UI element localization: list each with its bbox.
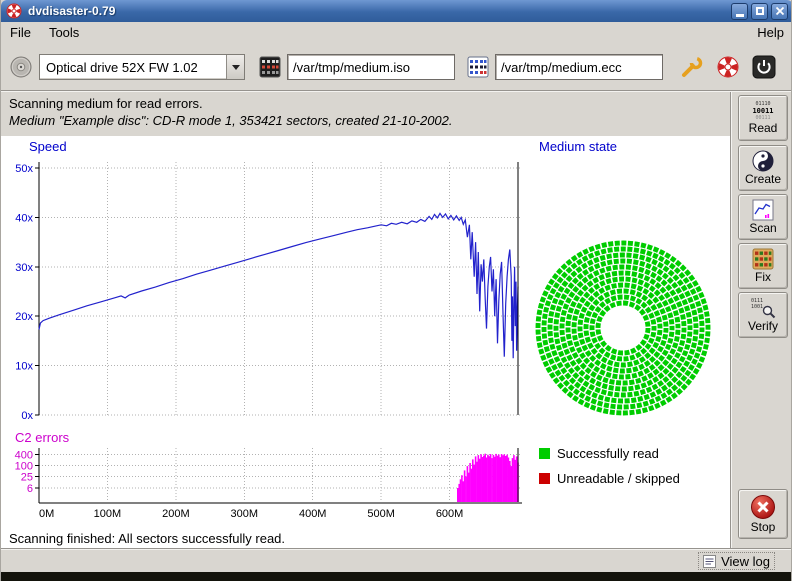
legend-swatch-success	[539, 448, 550, 459]
status-line: Scanning medium for read errors.	[9, 96, 203, 111]
read-button[interactable]: 01110 10011 00111 Read	[738, 95, 788, 141]
scan-visualization: 50x40x30x20x10x0x4001002560M100M200M300M…	[1, 136, 730, 548]
quit-button[interactable]	[751, 54, 777, 80]
svg-text:40x: 40x	[15, 212, 33, 224]
window-title: dvdisaster-0.79	[28, 4, 115, 18]
dropdown-arrow-icon	[226, 55, 244, 79]
stop-button[interactable]: Stop	[738, 489, 788, 539]
svg-text:50x: 50x	[15, 163, 33, 175]
svg-text:100M: 100M	[94, 508, 122, 520]
menu-help[interactable]: Help	[748, 22, 792, 44]
preferences-button[interactable]	[679, 54, 705, 80]
scan-button[interactable]: Scan	[738, 194, 788, 240]
toolbar: Optical drive 52X FW 1.02	[1, 44, 792, 90]
yin-yang-icon	[752, 150, 774, 172]
c2-errors-title: C2 errors	[15, 430, 69, 445]
binary-read-icon: 01110 10011 00111	[752, 102, 773, 121]
medium-state-title: Medium state	[539, 139, 617, 154]
close-button[interactable]	[771, 3, 788, 20]
legend-label-success: Successfully read	[557, 446, 659, 461]
scan-chart-icon	[752, 199, 774, 221]
optical-drive-icon	[9, 55, 33, 79]
lifebuoy-icon	[716, 55, 740, 79]
svg-text:6: 6	[27, 483, 33, 495]
titlebar[interactable]: dvdisaster-0.79	[1, 0, 792, 22]
power-icon	[752, 55, 776, 79]
ecc-path-input[interactable]	[495, 54, 663, 80]
ecc-file-icon	[467, 56, 489, 78]
verify-button-label: Verify	[748, 320, 778, 333]
speed-chart-title: Speed	[29, 139, 67, 154]
read-button-label: Read	[749, 122, 778, 135]
fix-button[interactable]: Fix	[738, 243, 788, 289]
svg-text:0x: 0x	[21, 410, 33, 422]
menu-tools[interactable]: Tools	[40, 22, 88, 44]
svg-text:400M: 400M	[299, 508, 327, 520]
view-log-button[interactable]: View log	[698, 552, 775, 570]
magnifier-icon	[762, 305, 776, 319]
fix-button-label: Fix	[755, 271, 771, 284]
svg-text:500M: 500M	[367, 508, 395, 520]
legend-item-unreadable: Unreadable / skipped	[539, 466, 680, 491]
legend: Successfully read Unreadable / skipped	[539, 441, 680, 491]
help-button[interactable]	[715, 54, 741, 80]
verify-magnifier-icon: 0111 1001	[750, 297, 776, 319]
create-button[interactable]: Create	[738, 145, 788, 191]
minimize-icon	[736, 14, 744, 17]
binary-line: 00111	[755, 115, 770, 121]
legend-label-unreadable: Unreadable / skipped	[557, 471, 680, 486]
close-icon	[775, 6, 785, 16]
iso-path-input[interactable]	[287, 54, 455, 80]
drive-selector[interactable]: Optical drive 52X FW 1.02	[39, 54, 245, 80]
menu-file[interactable]: File	[1, 22, 40, 44]
wrench-icon	[679, 54, 705, 80]
maximize-icon	[756, 7, 764, 15]
svg-text:300M: 300M	[231, 508, 259, 520]
svg-text:600M: 600M	[436, 508, 464, 520]
app-window: dvdisaster-0.79 File Tools Help Optical	[0, 0, 792, 581]
log-icon	[703, 555, 716, 568]
minimize-button[interactable]	[731, 3, 748, 20]
legend-swatch-unreadable	[539, 473, 550, 484]
verify-button[interactable]: 0111 1001 Verify	[738, 292, 788, 338]
svg-text:30x: 30x	[15, 262, 33, 274]
desktop-strip	[1, 572, 792, 581]
svg-text:10x: 10x	[15, 361, 33, 373]
action-sidebar: 01110 10011 00111 Read Create Scan	[730, 92, 792, 548]
iso-file-icon	[259, 56, 281, 78]
app-icon	[6, 3, 22, 19]
stop-button-label: Stop	[751, 521, 776, 534]
medium-info-line: Medium "Example disc": CD-R mode 1, 3534…	[9, 113, 453, 128]
svg-text:25: 25	[21, 472, 33, 484]
statusbar: View log	[1, 548, 792, 572]
svg-text:0M: 0M	[39, 508, 54, 520]
scan-result-text: Scanning finished: All sectors successfu…	[9, 531, 285, 546]
scan-button-label: Scan	[749, 222, 776, 235]
drive-selector-value: Optical drive 52X FW 1.02	[40, 60, 226, 75]
svg-text:200M: 200M	[162, 508, 190, 520]
fix-blocks-icon	[752, 248, 774, 270]
maximize-button[interactable]	[751, 3, 768, 20]
header: Scanning medium for read errors. Medium …	[1, 92, 730, 136]
svg-text:20x: 20x	[15, 311, 33, 323]
binary-line: 10011	[752, 107, 773, 115]
stop-icon	[750, 494, 776, 520]
window-controls	[731, 3, 788, 20]
menubar: File Tools Help	[1, 22, 792, 44]
view-log-label: View log	[721, 554, 770, 569]
legend-item-success: Successfully read	[539, 441, 680, 466]
create-button-label: Create	[745, 173, 781, 186]
